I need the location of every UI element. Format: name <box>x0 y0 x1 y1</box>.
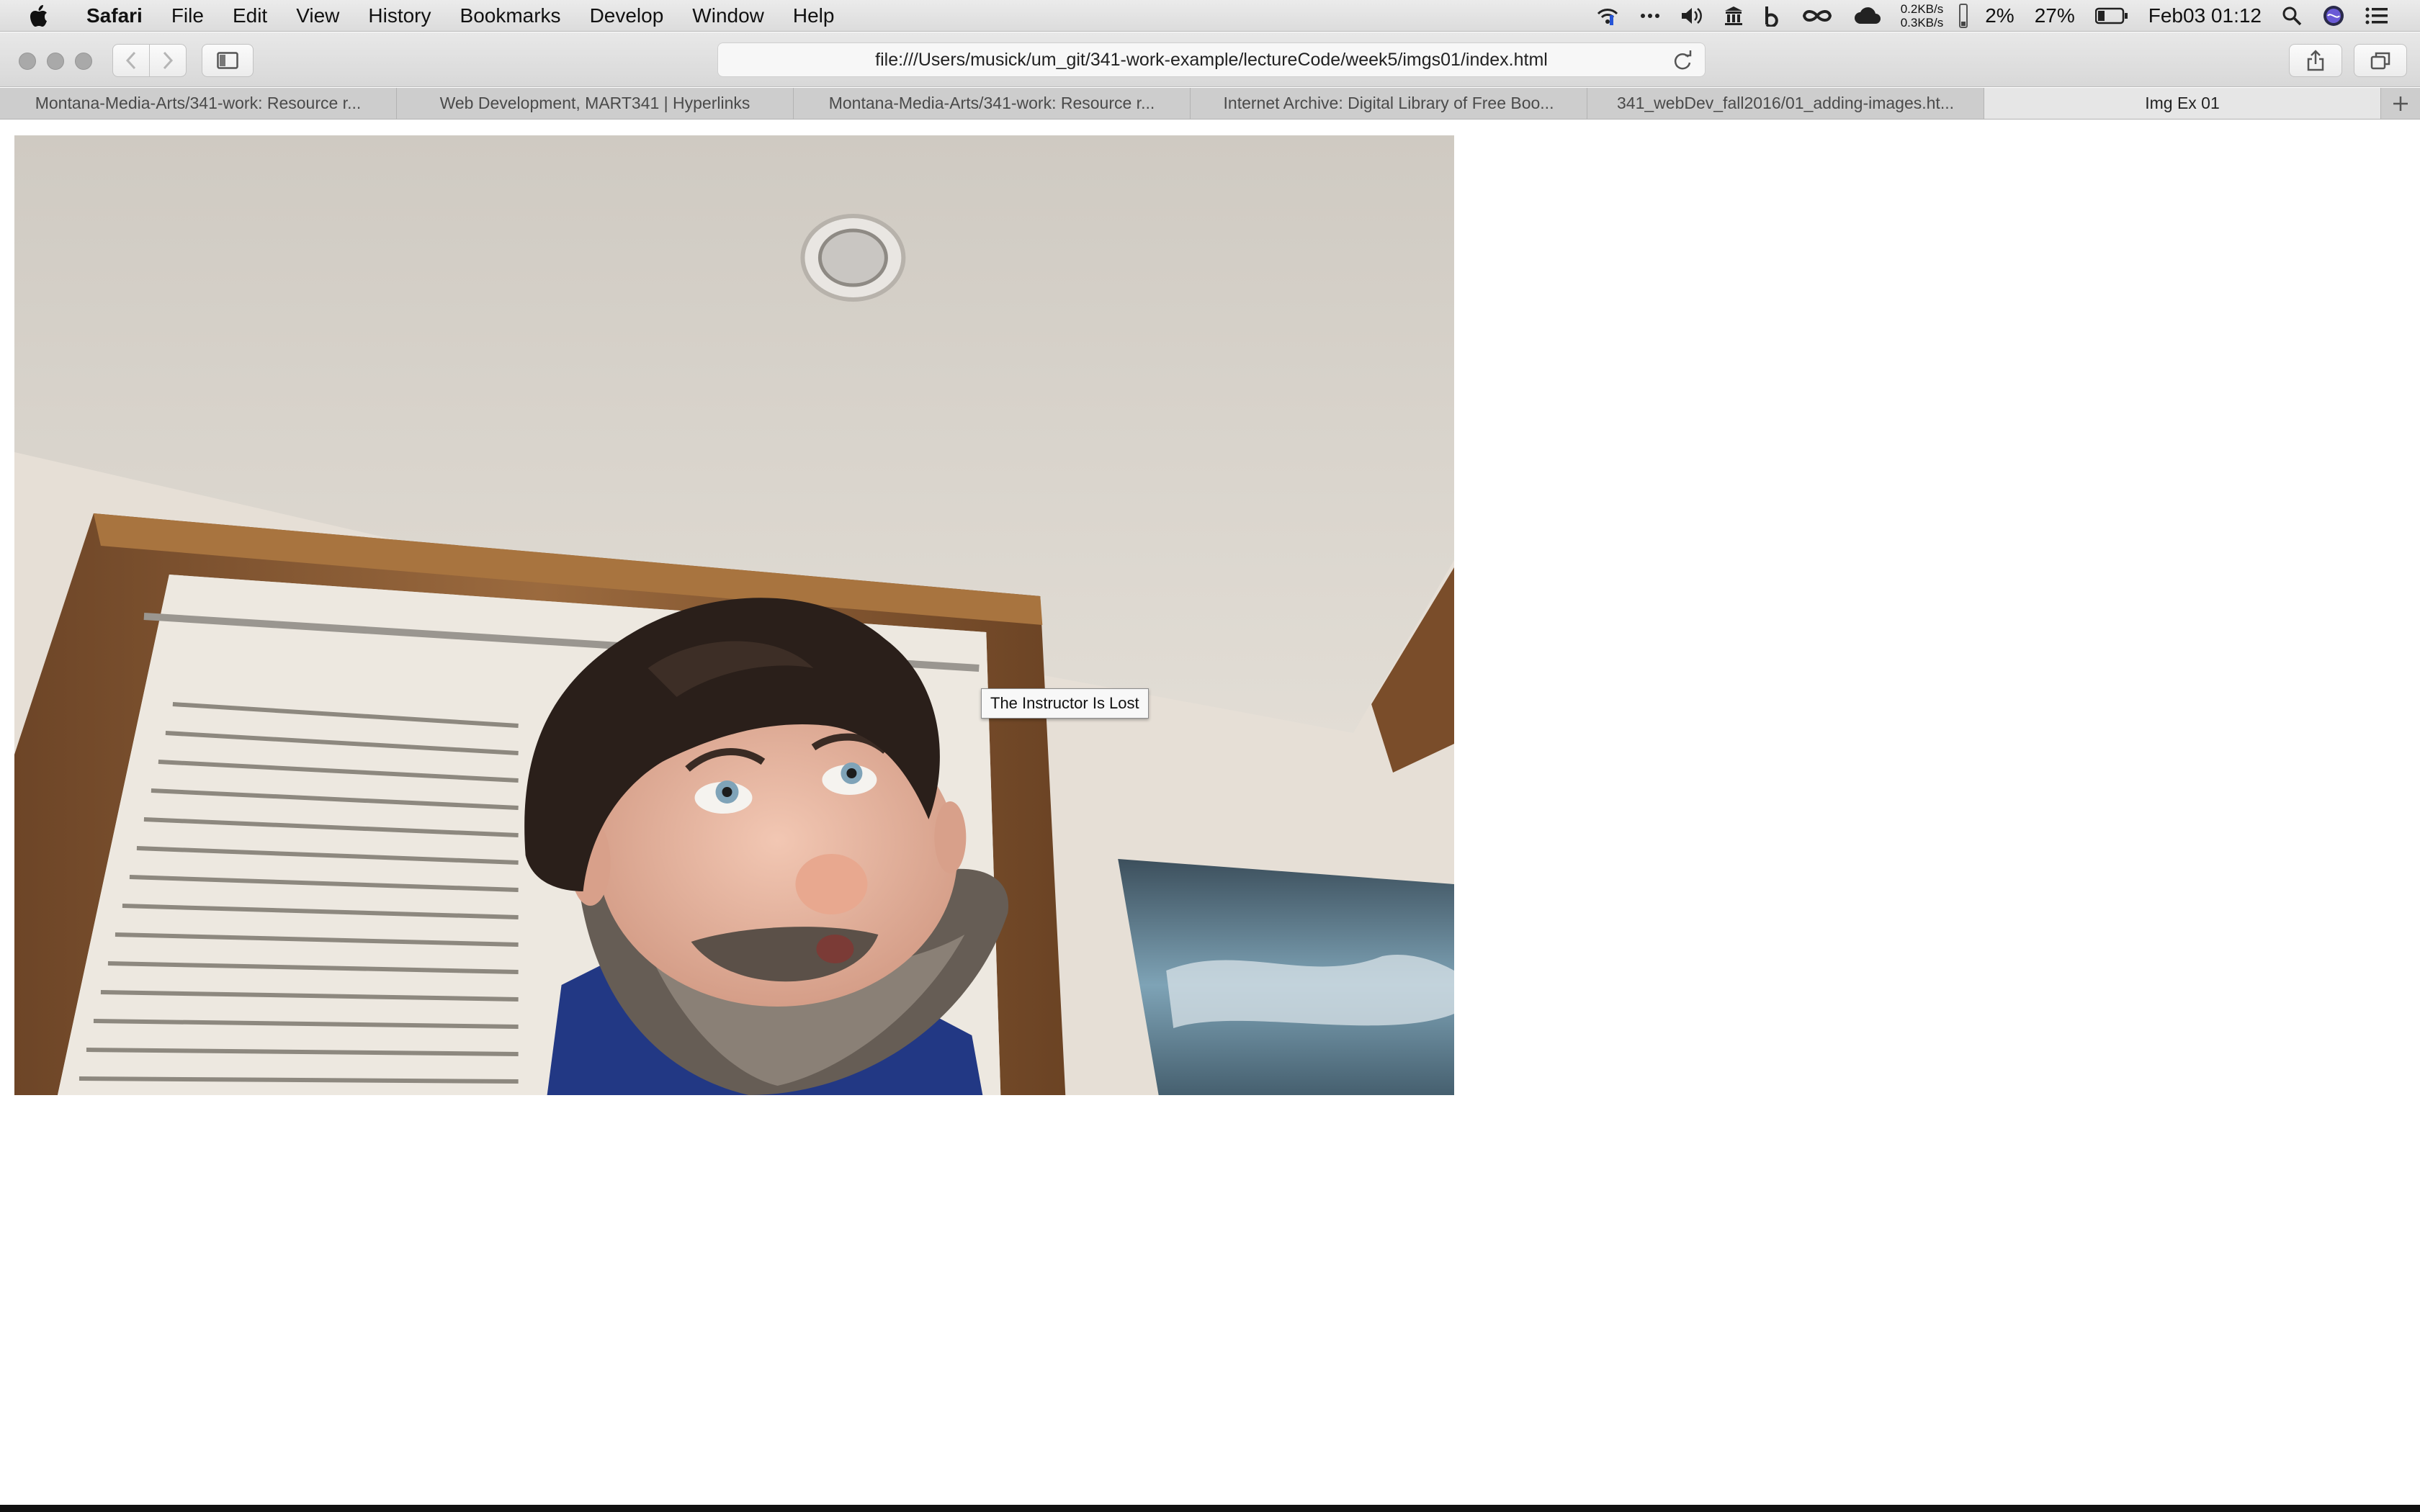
apple-menu-icon[interactable] <box>29 4 49 27</box>
volume-icon[interactable] <box>1670 0 1713 32</box>
share-button[interactable] <box>2289 44 2342 77</box>
menu-window[interactable]: Window <box>678 0 779 32</box>
menu-file[interactable]: File <box>157 0 218 32</box>
notification-list-icon[interactable] <box>2355 0 2398 32</box>
clock[interactable]: Feb03 01:12 <box>2138 0 2272 32</box>
memory-gauge-icon[interactable] <box>1959 3 1968 28</box>
zoom-window-button[interactable] <box>75 53 92 70</box>
close-window-button[interactable] <box>19 53 36 70</box>
infinity-icon[interactable] <box>1791 0 1843 32</box>
menu-bar: Safari File Edit View History Bookmarks … <box>0 0 2420 32</box>
browser-toolbar: file:///Users/musick/um_git/341-work-exa… <box>0 32 2420 87</box>
back-button[interactable] <box>112 44 150 77</box>
tab-overview-button[interactable] <box>2354 44 2407 77</box>
window-bottom-edge <box>0 1505 2420 1512</box>
tab-montana-media-arts-2[interactable]: Montana-Media-Arts/341-work: Resource r.… <box>794 88 1191 119</box>
net-upload: 0.2KB/s <box>1900 1 1944 16</box>
cloud-icon[interactable] <box>1843 0 1892 32</box>
address-bar[interactable]: file:///Users/musick/um_git/341-work-exa… <box>717 42 1706 77</box>
reload-icon[interactable] <box>1673 50 1692 76</box>
siri-icon[interactable] <box>2312 0 2355 32</box>
sidebar-toggle-button[interactable] <box>202 44 254 77</box>
tab-bar: Montana-Media-Arts/341-work: Resource r.… <box>0 88 2420 120</box>
cpu-percent[interactable]: 2% <box>1975 0 2024 32</box>
menu-help[interactable]: Help <box>779 0 849 32</box>
menu-history[interactable]: History <box>354 0 445 32</box>
image-tooltip: The Instructor Is Lost <box>981 688 1149 719</box>
instructor-photo <box>14 135 1454 1095</box>
tab-adding-images[interactable]: 341_webDev_fall2016/01_adding-images.ht.… <box>1587 88 1984 119</box>
url-text: file:///Users/musick/um_git/341-work-exa… <box>875 49 1548 70</box>
battery-icon[interactable] <box>2085 0 2138 32</box>
tab-internet-archive[interactable]: Internet Archive: Digital Library of Fre… <box>1191 88 1587 119</box>
minimize-window-button[interactable] <box>47 53 64 70</box>
app-menu-safari[interactable]: Safari <box>72 0 157 32</box>
tab-img-ex-01[interactable]: Img Ex 01 <box>1984 88 2381 119</box>
network-speed: 0.2KB/s 0.3KB/s <box>1892 0 1953 32</box>
menu-develop[interactable]: Develop <box>575 0 678 32</box>
menu-bookmarks[interactable]: Bookmarks <box>446 0 575 32</box>
battery-percent[interactable]: 27% <box>2025 0 2085 32</box>
b-icon[interactable] <box>1754 0 1791 32</box>
wifi-icon[interactable] <box>1585 0 1630 32</box>
new-tab-button[interactable] <box>2381 88 2420 119</box>
spotlight-icon[interactable] <box>2272 0 2312 32</box>
more-icon[interactable] <box>1630 0 1670 32</box>
tab-montana-media-arts-1[interactable]: Montana-Media-Arts/341-work: Resource r.… <box>0 88 397 119</box>
tab-web-development-hyperlinks[interactable]: Web Development, MART341 | Hyperlinks <box>397 88 794 119</box>
museum-icon[interactable] <box>1713 0 1754 32</box>
menu-view[interactable]: View <box>282 0 354 32</box>
menu-edit[interactable]: Edit <box>218 0 282 32</box>
forward-button[interactable] <box>149 44 187 77</box>
net-download: 0.3KB/s <box>1900 15 1944 30</box>
status-area: 0.2KB/s 0.3KB/s 2% 27% Feb03 01:12 <box>1585 0 2420 32</box>
